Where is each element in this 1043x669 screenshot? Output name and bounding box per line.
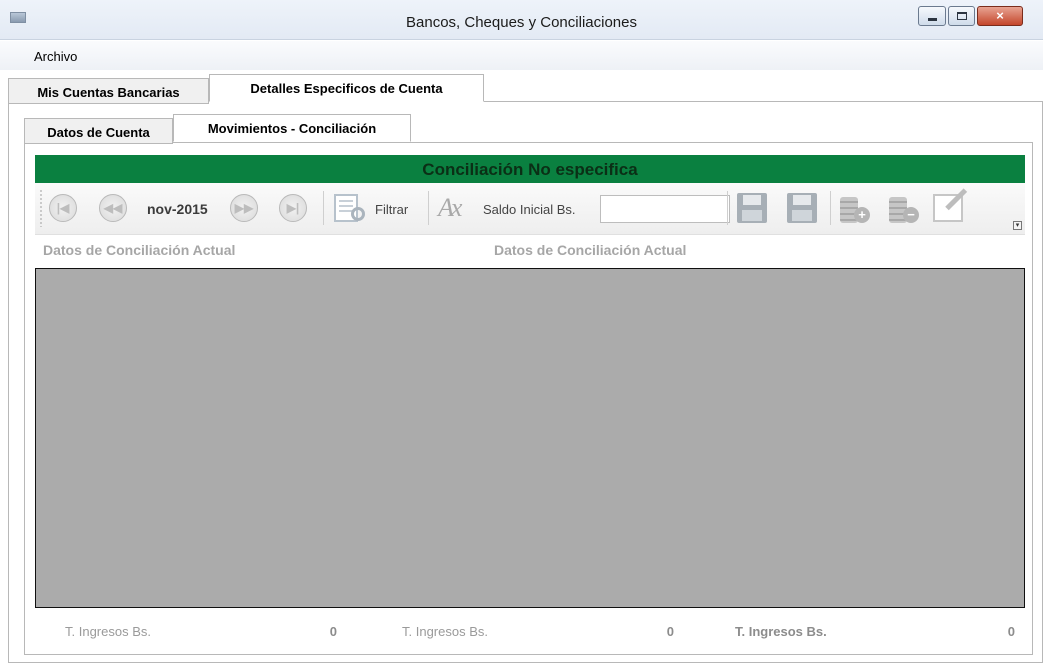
inner-tabs: Datos de Cuenta Movimientos - Conciliaci… <box>24 114 1024 144</box>
menu-item-archivo[interactable]: Archivo <box>34 49 77 64</box>
toolbar: |◀ ◀◀ nov-2015 ▶▶ ▶| Filtrar Ax Saldo In… <box>35 183 1025 235</box>
x-mark: x <box>754 208 762 223</box>
total-ingresos-label-1: T. Ingresos Bs. <box>65 624 151 639</box>
saldo-inicial-label: Saldo Inicial Bs. <box>483 202 576 217</box>
total-ingresos-value-1: 0 <box>329 624 337 639</box>
close-button[interactable]: × <box>977 6 1023 26</box>
minimize-icon <box>928 18 937 21</box>
toolbar-grip[interactable] <box>40 189 42 227</box>
save-icon[interactable] <box>787 193 817 223</box>
magnifier-shape <box>351 207 365 221</box>
toolbar-separator <box>323 191 324 225</box>
next-period-button[interactable]: ▶▶ <box>230 194 258 222</box>
section-title-right: Datos de Conciliación Actual <box>494 242 687 258</box>
title-bar: Bancos, Cheques y Conciliaciones × <box>0 0 1043 40</box>
previous-period-button[interactable]: ◀◀ <box>99 194 127 222</box>
section-title-left: Datos de Conciliación Actual <box>43 242 236 258</box>
movements-grid[interactable] <box>35 268 1025 608</box>
toolbar-separator <box>727 191 728 225</box>
close-icon: × <box>996 8 1004 23</box>
window-title: Bancos, Cheques y Conciliaciones <box>406 14 637 31</box>
filter-icon[interactable] <box>334 192 370 226</box>
saldo-inicial-input[interactable] <box>600 195 730 223</box>
first-period-button[interactable]: |◀ <box>49 194 77 222</box>
maximize-button[interactable] <box>948 6 975 26</box>
save-close-icon[interactable]: x <box>737 193 767 223</box>
tab-mis-cuentas-bancarias[interactable]: Mis Cuentas Bancarias <box>8 78 209 104</box>
total-ingresos-value-3: 0 <box>1007 624 1015 639</box>
menu-bar: Archivo <box>0 41 1043 70</box>
minimize-button[interactable] <box>918 6 946 26</box>
add-movement-icon[interactable]: + <box>838 193 872 225</box>
outer-tabs: Mis Cuentas Bancarias Detalles Especific… <box>8 74 1043 104</box>
toolbar-separator <box>830 191 831 225</box>
edit-icon[interactable] <box>933 188 973 226</box>
toolbar-separator <box>428 191 429 225</box>
total-ingresos-label-2: T. Ingresos Bs. <box>402 624 488 639</box>
total-ingresos-label-3: T. Ingresos Bs. <box>735 624 827 639</box>
minus-badge: − <box>903 207 919 223</box>
current-period-label: nov-2015 <box>147 201 208 217</box>
tab-movimientos-conciliacion[interactable]: Movimientos - Conciliación <box>173 114 411 142</box>
tab-detalles-especificos[interactable]: Detalles Especificos de Cuenta <box>209 74 484 102</box>
recalculate-icon[interactable]: Ax <box>438 193 472 223</box>
toolbar-overflow-button[interactable]: ▾ <box>1013 221 1022 230</box>
conciliation-title: Conciliación No especifica <box>422 160 638 179</box>
filter-lines-shape <box>339 200 353 202</box>
plus-badge: + <box>854 207 870 223</box>
last-period-button[interactable]: ▶| <box>279 194 307 222</box>
conciliation-header: Conciliación No especifica <box>35 155 1025 183</box>
remove-movement-icon[interactable]: − <box>887 193 921 225</box>
filter-button-label[interactable]: Filtrar <box>375 202 408 217</box>
tab-datos-de-cuenta[interactable]: Datos de Cuenta <box>24 118 173 144</box>
total-ingresos-value-2: 0 <box>666 624 674 639</box>
maximize-icon <box>957 12 967 20</box>
